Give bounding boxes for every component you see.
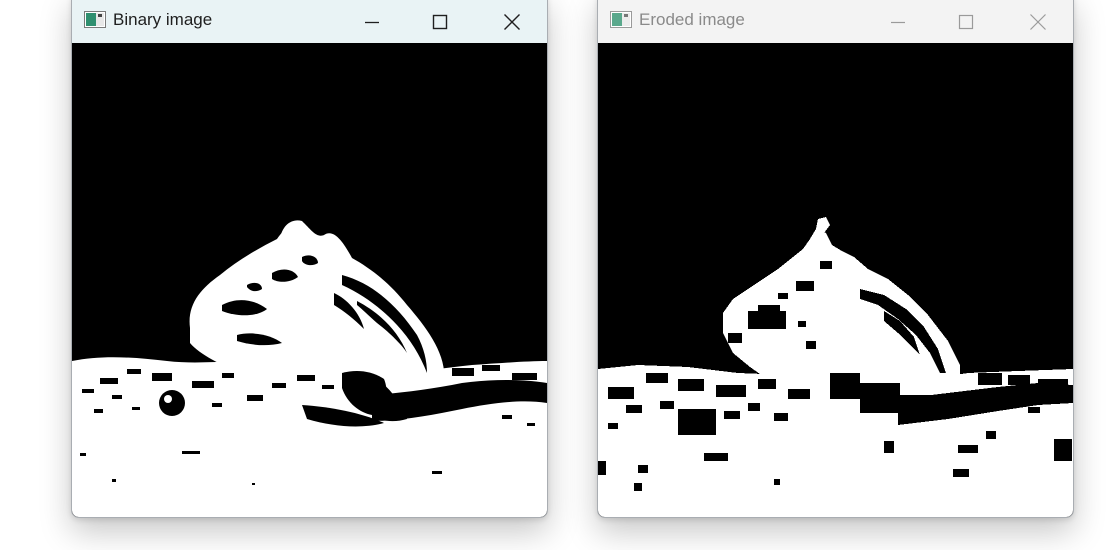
maximize-button[interactable] [931, 1, 1001, 43]
minimize-button[interactable] [337, 1, 407, 43]
eroded-image-window[interactable]: Eroded image [597, 0, 1074, 518]
close-icon [504, 14, 520, 30]
minimize-icon [891, 21, 905, 24]
window-title: Binary image [113, 10, 213, 29]
close-icon [1030, 14, 1046, 30]
close-button[interactable] [1003, 1, 1073, 43]
app-icon [610, 11, 632, 28]
binary-image [72, 43, 547, 517]
eroded-image-canvas [598, 43, 1073, 517]
binary-image-window[interactable]: Binary image [71, 0, 548, 518]
minimize-icon [365, 21, 379, 24]
window-title: Eroded image [639, 10, 745, 29]
maximize-icon [432, 14, 448, 30]
minimize-button[interactable] [863, 1, 933, 43]
maximize-button[interactable] [405, 1, 475, 43]
binary-image-canvas [72, 43, 547, 517]
title-bar[interactable]: Eroded image [598, 0, 1073, 43]
close-button[interactable] [477, 1, 547, 43]
app-icon [84, 11, 106, 28]
title-bar[interactable]: Binary image [72, 0, 547, 43]
eroded-image [598, 43, 1073, 517]
maximize-icon [958, 14, 974, 30]
